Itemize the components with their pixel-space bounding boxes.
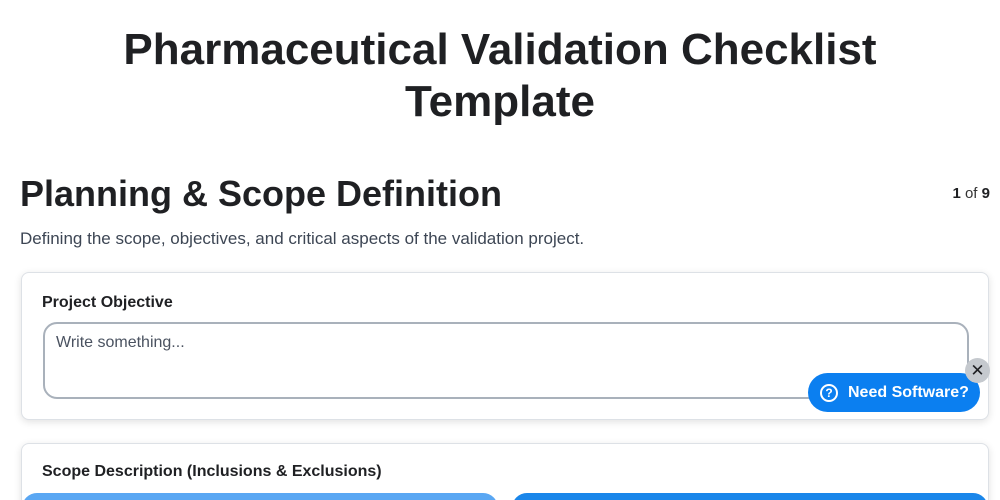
pager-separator: of bbox=[964, 185, 978, 202]
scope-description-card: Scope Description (Inclusions & Exclusio… bbox=[21, 443, 989, 500]
pager-total: 9 bbox=[981, 185, 990, 202]
checklist-page: Pharmaceutical Validation Checklist Temp… bbox=[0, 0, 1000, 500]
close-icon[interactable]: ✕ bbox=[965, 358, 990, 383]
scope-description-label: Scope Description (Inclusions & Exclusio… bbox=[42, 463, 382, 480]
help-circle-icon: ? bbox=[820, 383, 838, 402]
need-software-button[interactable]: ? Need Software? bbox=[808, 373, 980, 412]
section-description: Defining the scope, objectives, and crit… bbox=[20, 229, 585, 248]
section-title: Planning & Scope Definition bbox=[20, 173, 503, 214]
pager-current: 1 bbox=[952, 185, 961, 202]
need-software-label: Need Software? bbox=[848, 383, 969, 401]
section-pager: 1 of 9 bbox=[952, 185, 990, 202]
page-title: Pharmaceutical Validation Checklist Temp… bbox=[123, 25, 877, 126]
next-button[interactable] bbox=[512, 493, 988, 500]
previous-button[interactable] bbox=[22, 493, 498, 500]
project-objective-label: Project Objective bbox=[42, 294, 173, 311]
